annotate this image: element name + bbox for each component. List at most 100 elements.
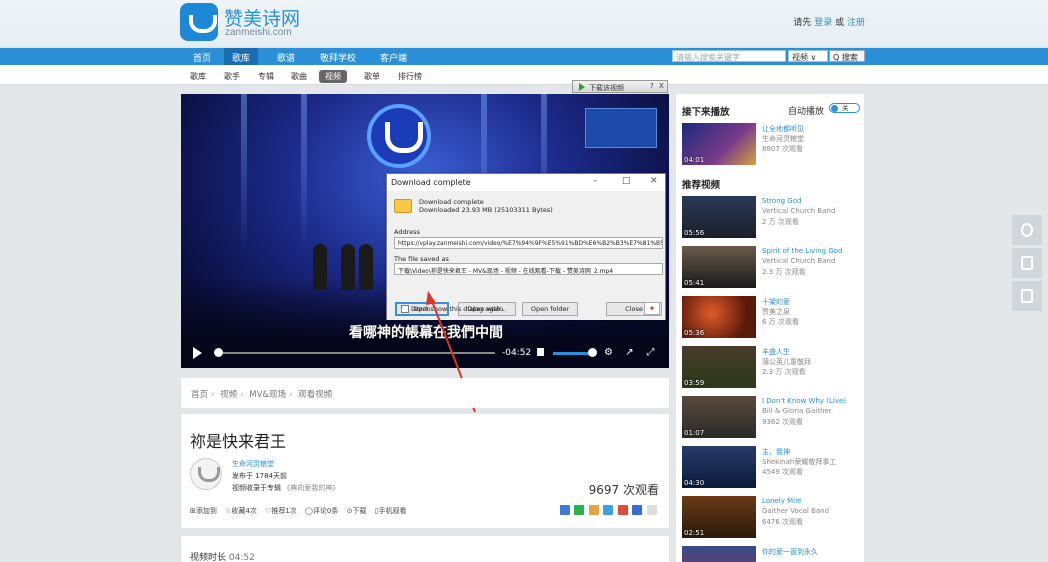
rec-title[interactable]: I Don't Know Why (Live) <box>762 397 846 405</box>
video-thumbnail[interactable]: 04:30 <box>682 446 756 488</box>
volume-icon[interactable] <box>537 348 544 356</box>
breadcrumb-videos[interactable]: 视频 <box>220 390 237 400</box>
add-to-button[interactable]: ⊞添加到 <box>190 507 217 515</box>
subnav-videos[interactable]: 视频 <box>319 70 347 83</box>
download-button[interactable]: ⊙下载 <box>347 507 367 515</box>
nav-songs[interactable]: 歌库 <box>224 48 259 65</box>
download-video-label[interactable]: 下载该视频 <box>589 83 624 93</box>
autoplay-toggle[interactable]: 关 <box>829 103 860 113</box>
list-item[interactable]: 05:36 十架的爱 赞美之泉 6 万 次观看 <box>682 296 862 338</box>
duration-label: 视频时长 <box>190 553 227 562</box>
search-scope-select[interactable]: 视频 ∨ <box>788 50 828 62</box>
dialog-settings-icon[interactable]: ✦ <box>644 302 660 315</box>
maximize-icon[interactable]: □ <box>622 176 631 186</box>
register-link[interactable]: 注册 <box>847 18 865 28</box>
subnav-playlists[interactable]: 歌单 <box>364 71 380 82</box>
saved-as-field[interactable]: 下载\Video\祢是快来君王 - MV&现场 - 视频 - 在线观看-下载 -… <box>394 263 663 275</box>
uploader-link[interactable]: 生命河灵粮堂 <box>232 459 274 469</box>
share-qzone-icon[interactable] <box>559 505 570 515</box>
next-video-item[interactable]: 04:01 让全地都听见 生命河灵粮堂 8807 次观看 <box>682 123 862 165</box>
mobile-view-button[interactable]: ▯手机观看 <box>375 507 407 515</box>
download-complete-dialog: Download complete – □ ✕ Download complet… <box>386 173 666 320</box>
nav-home[interactable]: 首页 <box>193 51 211 64</box>
open-folder-button[interactable]: Open folder <box>522 302 578 316</box>
performer <box>359 244 373 290</box>
video-thumbnail[interactable]: 05:36 <box>682 296 756 338</box>
subnav-charts[interactable]: 排行榜 <box>398 71 422 82</box>
video-thumbnail[interactable] <box>682 546 756 562</box>
download-video-bar[interactable]: 下载该视频 ? X <box>572 80 668 93</box>
feedback-float-button[interactable] <box>1012 281 1042 311</box>
settings-icon[interactable]: ⚙ <box>603 347 614 358</box>
rec-views: 2.3 万 次观看 <box>762 268 806 276</box>
breadcrumb-home[interactable]: 首页 <box>191 390 208 400</box>
video-thumbnail[interactable]: 05:56 <box>682 196 756 238</box>
list-item[interactable]: 01:07 I Don't Know Why (Live) Bill & Glo… <box>682 396 862 438</box>
site-logo-icon[interactable] <box>180 3 218 41</box>
page-title: 祢是快来君王 <box>190 432 287 451</box>
share-renren-icon[interactable] <box>588 505 599 515</box>
play-icon[interactable] <box>193 347 202 359</box>
rec-title[interactable]: 你的爱一直到永久 <box>762 547 818 557</box>
minimize-icon[interactable]: – <box>593 176 598 186</box>
breadcrumb-current: 观看视频 <box>298 390 333 400</box>
share-weibo-icon[interactable] <box>617 505 628 515</box>
nav-scores[interactable]: 歌谱 <box>277 51 295 64</box>
fullscreen-icon[interactable]: ⤢ <box>645 347 656 358</box>
list-item[interactable]: 04:30 主，我神 Shekinah荣耀敬拜事工 4549 次观看 <box>682 446 862 488</box>
download-status: Download complete <box>419 198 484 206</box>
video-thumbnail[interactable]: 04:01 <box>682 123 756 165</box>
nav-client[interactable]: 客户端 <box>380 51 407 64</box>
dont-show-checkbox[interactable] <box>401 305 409 313</box>
comment-button[interactable]: ◯评论0条 <box>305 507 338 515</box>
video-info: 祢是快来君王 生命河灵粮堂 发布于 1784天前 视频收录于专辑 《典向爱我的神… <box>181 414 669 528</box>
wechat-float-button[interactable] <box>1012 215 1042 245</box>
rec-title[interactable]: 十架的爱 <box>762 297 790 307</box>
rec-title[interactable]: Spirit of the Living God <box>762 247 843 255</box>
close-icon[interactable]: ✕ <box>650 176 658 186</box>
download-help-icon[interactable]: ? <box>650 82 654 90</box>
progress-handle[interactable] <box>213 348 223 357</box>
download-close-icon[interactable]: X <box>659 82 664 90</box>
rec-title[interactable]: 丰盛人生 <box>762 347 790 357</box>
recommend-button[interactable]: ♡推荐1次 <box>265 507 297 515</box>
share-wechat-icon[interactable] <box>574 505 585 515</box>
video-thumbnail[interactable]: 03:59 <box>682 346 756 388</box>
progress-bar[interactable] <box>215 352 495 354</box>
rec-title[interactable]: 主，我神 <box>762 447 790 457</box>
rec-title[interactable]: Strong God <box>762 197 801 205</box>
video-thumbnail[interactable]: 05:41 <box>682 246 756 288</box>
subnav-artists[interactable]: 歌手 <box>224 71 240 82</box>
video-thumbnail[interactable]: 01:07 <box>682 396 756 438</box>
avatar[interactable] <box>190 458 222 490</box>
list-item[interactable]: 05:56 Strong God Vertical Church Band 2 … <box>682 196 862 238</box>
mobile-float-button[interactable] <box>1012 248 1042 278</box>
search-button[interactable]: Q 搜索 <box>829 50 865 62</box>
list-item[interactable]: 你的爱一直到永久 <box>682 546 862 562</box>
list-item[interactable]: 02:51 Lonely Mile Gaither Vocal Band 647… <box>682 496 862 538</box>
share-icon[interactable]: ↗ <box>624 347 635 358</box>
address-field[interactable]: https://vplay.zanmeishi.com/video/%E7%94… <box>394 237 663 249</box>
phone-icon <box>1021 256 1033 270</box>
subnav-albums[interactable]: 专辑 <box>258 71 274 82</box>
list-item[interactable]: 05:41 Spirit of the Living God Vertical … <box>682 246 862 288</box>
volume-handle[interactable] <box>588 348 598 357</box>
video-thumbnail[interactable]: 02:51 <box>682 496 756 538</box>
favorite-button[interactable]: ☆收藏4次 <box>225 507 257 515</box>
nav-worship-school[interactable]: 敬拜学校 <box>320 51 356 64</box>
subnav-songs[interactable]: 歌曲 <box>291 71 307 82</box>
login-link[interactable]: 登录 <box>814 18 832 28</box>
search-input[interactable]: 请输入搜索关键字 <box>672 50 786 62</box>
rec-artist: Gaither Vocal Band <box>762 507 830 515</box>
sub-nav: 歌库 歌手 专辑 歌曲 视频 歌单 排行榜 <box>0 65 1048 85</box>
subnav-library[interactable]: 歌库 <box>190 71 206 82</box>
album-link[interactable]: 《典向爱我的神》 <box>283 484 339 492</box>
share-tencent-icon[interactable] <box>603 505 614 515</box>
list-item[interactable]: 03:59 丰盛人生 蒲公英儿童敬拜 2.3 万 次观看 <box>682 346 862 388</box>
share-douban-icon[interactable] <box>632 505 643 515</box>
share-more-icon[interactable] <box>647 505 657 515</box>
breadcrumb-mv[interactable]: MV&现场 <box>249 390 286 400</box>
rec-title[interactable]: 让全地都听见 <box>762 124 804 134</box>
rec-views: 6476 次观看 <box>762 518 804 526</box>
rec-title[interactable]: Lonely Mile <box>762 497 801 505</box>
